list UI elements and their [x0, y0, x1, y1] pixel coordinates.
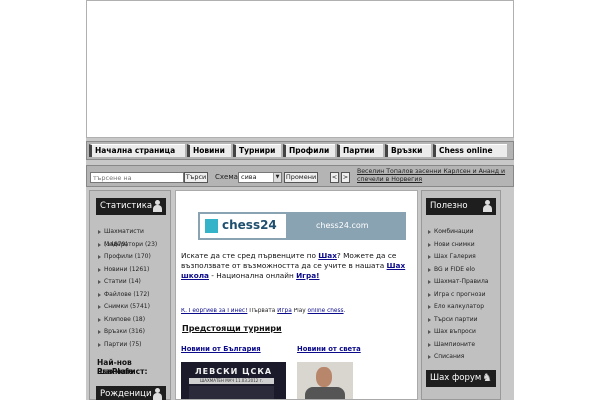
scoreboard-text: ЛЕВСКИ ЦСКА: [195, 367, 273, 376]
nav-games[interactable]: Партии: [337, 144, 383, 157]
chess24-logo-text: chess24: [222, 218, 277, 232]
chess-link[interactable]: Шах: [318, 251, 337, 260]
online-chess-link[interactable]: online chess: [308, 308, 344, 314]
stats-files[interactable]: Файлове (172): [96, 289, 166, 302]
useful-rules[interactable]: Шахмат-Правила: [426, 276, 496, 289]
stats-games[interactable]: Партии (75): [96, 339, 166, 352]
nav-home[interactable]: Начална страница: [89, 144, 185, 157]
nav-tournaments[interactable]: Турнири: [233, 144, 281, 157]
nav-profiles[interactable]: Профили: [283, 144, 335, 157]
useful-list: Комбинации Нови снимки Шах Галерия BG и …: [426, 226, 496, 364]
game-link[interactable]: Игра!: [296, 271, 319, 280]
scheme-select[interactable]: сива ▼: [238, 172, 282, 183]
scheme-select-value: сива: [241, 173, 257, 181]
news-world-heading[interactable]: Новини от света: [297, 345, 361, 353]
right-sidebar: Полезно Комбинации Нови снимки Шах Галер…: [421, 190, 501, 400]
stats-list: Шахматисти (14879) Модератори (23) Профи…: [96, 226, 166, 351]
nav-chess-online[interactable]: Chess online: [433, 144, 507, 157]
link-line-text-3: .: [343, 308, 346, 314]
header-banner: [86, 0, 514, 138]
intro-part-1: Искате да сте сред първенците по: [181, 251, 319, 260]
useful-gallery[interactable]: Шах Галерия: [426, 251, 496, 264]
ticker-link[interactable]: Веселин Топалов засенни Карлсен и Ананд …: [357, 168, 505, 183]
stats-profiles[interactable]: Профили (170): [96, 251, 166, 264]
left-sidebar: Статистика Шахматисти (14879) Модератори…: [89, 190, 171, 400]
main-nav: Начална страница Новини Турнири Профили …: [86, 141, 514, 160]
chevron-down-icon: ▼: [273, 173, 281, 182]
change-scheme-button[interactable]: Промени: [284, 172, 318, 183]
ticker-prev-button[interactable]: <: [330, 172, 339, 183]
link-line-text-2: Play: [291, 308, 308, 314]
stats-photos[interactable]: Снимки (5741): [96, 301, 166, 314]
stats-players[interactable]: Шахматисти (14879): [96, 226, 166, 248]
intro-text: Искате да сте сред първенците по Шах? Мо…: [181, 251, 413, 281]
scoreboard-subtitle: ШАХМАТЕН МАЧ 11.03.2012 г.: [189, 378, 274, 384]
stats-moderators[interactable]: Модератори (23): [96, 239, 166, 252]
person-body: [305, 387, 345, 399]
chess24-ad[interactable]: chess24 chess24.com: [198, 212, 406, 240]
useful-combinations[interactable]: Комбинации: [426, 226, 496, 239]
link-line-text-1: Първата: [247, 308, 278, 314]
chess24-site: chess24.com: [316, 221, 369, 230]
pawn-icon: [153, 200, 162, 212]
scheme-label: Схема: [215, 173, 238, 181]
useful-elo-calc[interactable]: Ело калкулатор: [426, 301, 496, 314]
pawn-icon: [483, 200, 492, 212]
chess24-logo-mark: [205, 219, 218, 233]
nav-news[interactable]: Новини: [187, 144, 231, 157]
stats-title: Статистика: [100, 201, 153, 211]
useful-elo[interactable]: BG и FIDE elo: [426, 264, 496, 277]
search-button[interactable]: Търси: [184, 172, 208, 183]
ticker-next-button[interactable]: >: [341, 172, 350, 183]
useful-title: Полезно: [430, 201, 468, 211]
birthdays-header: Рожденици: [96, 386, 166, 400]
forum-header: Шах форум ♞: [426, 370, 496, 387]
useful-search-games[interactable]: Търси партии: [426, 314, 496, 327]
news-ticker[interactable]: Веселин Топалов засенни Карлсен и Ананд …: [357, 168, 523, 184]
stats-clips[interactable]: Клипове (18): [96, 314, 166, 327]
pawn-icon: [153, 388, 162, 400]
person-head: [316, 367, 332, 387]
forum-title: Шах форум: [430, 373, 482, 383]
useful-header: Полезно: [426, 198, 496, 215]
stats-articles[interactable]: Статии (14): [96, 276, 166, 289]
newest-player-name[interactable]: PsaPlofe: [97, 367, 133, 376]
useful-magazines[interactable]: Списания: [426, 351, 496, 364]
news-bulgaria-image[interactable]: ЛЕВСКИ ЦСКА ШАХМАТЕН МАЧ 11.03.2012 г.: [181, 362, 286, 399]
chess24-logo: chess24: [200, 214, 286, 238]
knight-icon: ♞: [482, 371, 492, 384]
useful-predictions[interactable]: Игра с прогнози: [426, 289, 496, 302]
play-link[interactable]: Игра: [277, 308, 292, 314]
toolbar: Търси Схема сива ▼ Промени < > Веселин Т…: [86, 165, 514, 187]
guinness-link[interactable]: К. Георгиев за Гинес!: [181, 308, 247, 314]
main-content: chess24 chess24.com Искате да сте сред п…: [175, 190, 418, 400]
upcoming-tournaments-heading[interactable]: Предстоящи турнири: [182, 324, 282, 333]
intro-part-3: - Национална онлайн: [208, 271, 297, 280]
scoreboard-bottom: [189, 386, 274, 399]
link-line: К. Георгиев за Гинес! Първата Игра Play …: [181, 308, 417, 314]
useful-new-photos[interactable]: Нови снимки: [426, 239, 496, 252]
search-input[interactable]: [90, 172, 184, 183]
stats-links[interactable]: Връзки (316): [96, 326, 166, 339]
news-bulgaria-heading[interactable]: Новини от България: [181, 345, 261, 353]
useful-champions[interactable]: Шампионите: [426, 339, 496, 352]
useful-questions[interactable]: Шах въпроси: [426, 326, 496, 339]
stats-news[interactable]: Новини (1261): [96, 264, 166, 277]
nav-links[interactable]: Връзки: [385, 144, 431, 157]
news-world-image[interactable]: [297, 362, 353, 399]
birthdays-title: Рожденици: [100, 389, 152, 399]
stats-header: Статистика: [96, 198, 166, 215]
